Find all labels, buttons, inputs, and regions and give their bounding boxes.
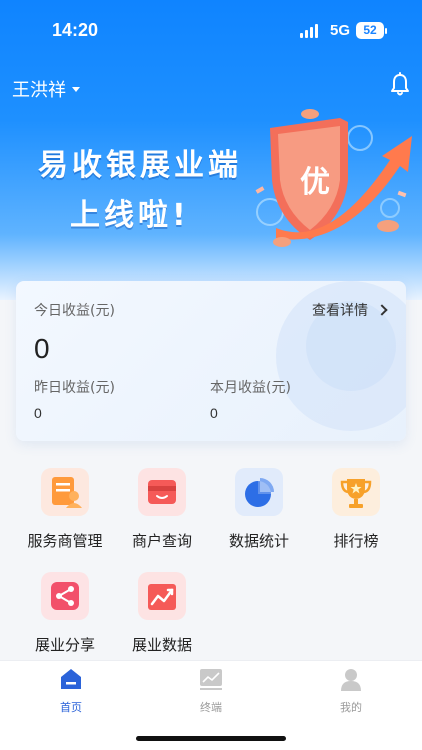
chevron-right-icon	[376, 304, 388, 316]
status-time: 14:20	[52, 20, 99, 40]
tab-home-label: 首页	[60, 701, 82, 714]
service-provider-icon	[41, 468, 89, 516]
banner-title-line1: 易收银展业端	[38, 148, 242, 183]
yesterday-income-label: 昨日收益(元)	[34, 380, 115, 396]
menu-merchant-query[interactable]: 商户查询	[112, 468, 212, 551]
terminal-icon	[200, 669, 222, 690]
menu-label: 排行榜	[333, 532, 379, 550]
tab-profile[interactable]: 我的	[311, 667, 391, 715]
shield-text: 优	[300, 165, 330, 200]
menu-label: 数据统计	[228, 532, 289, 550]
menu-share[interactable]: 展业分享	[15, 572, 115, 655]
user-switcher[interactable]: 王洪祥	[12, 76, 80, 102]
view-details-label: 查看详情	[312, 303, 368, 319]
menu-label: 展业数据	[131, 636, 192, 654]
menu-business-data[interactable]: 展业数据	[112, 572, 212, 655]
signal-icon	[300, 24, 322, 38]
today-income-value: 0	[34, 333, 50, 364]
status-bar: 14:20 5G 52	[0, 0, 422, 60]
yesterday-income-value: 0	[34, 405, 42, 421]
tab-home[interactable]: 首页	[31, 667, 111, 715]
month-income-value: 0	[210, 405, 218, 421]
menu-leaderboard[interactable]: 排行榜	[306, 468, 406, 551]
home-indicator	[136, 736, 286, 741]
tab-terminal[interactable]: 终端	[171, 667, 251, 715]
tab-profile-label: 我的	[340, 701, 362, 714]
tab-terminal-label: 终端	[200, 701, 222, 714]
share-icon	[41, 572, 89, 620]
banner-illustration: 优	[255, 109, 412, 247]
menu-service-provider[interactable]: 服务商管理	[15, 468, 115, 551]
pie-chart-icon	[235, 468, 283, 516]
today-income-label: 今日收益(元)	[34, 303, 115, 319]
home-icon	[61, 669, 81, 689]
menu-label: 服务商管理	[27, 532, 103, 550]
banner-title-line2: 上线啦!	[70, 198, 190, 233]
menu-label: 展业分享	[34, 636, 95, 654]
caret-down-icon	[72, 86, 80, 92]
trend-chart-icon	[138, 572, 186, 620]
battery-icon: 52	[356, 22, 384, 39]
network-type: 5G	[330, 22, 351, 39]
view-details-link[interactable]: 查看详情	[312, 300, 388, 320]
income-card: 今日收益(元) 查看详情 0 昨日收益(元) 本月收益(元) 0 0	[16, 281, 406, 441]
profile-icon	[341, 669, 361, 691]
menu-label: 商户查询	[131, 532, 192, 550]
bell-icon[interactable]	[388, 72, 412, 98]
hero-header: 14:20 5G 52 王洪祥 易收银展业端 上线啦! 优	[0, 0, 422, 300]
user-name: 王洪祥	[12, 80, 66, 101]
month-income-label: 本月收益(元)	[210, 380, 291, 396]
trophy-icon	[332, 468, 380, 516]
menu-data-statistics[interactable]: 数据统计	[209, 468, 309, 551]
battery-tip	[385, 28, 387, 34]
merchant-wallet-icon	[138, 468, 186, 516]
